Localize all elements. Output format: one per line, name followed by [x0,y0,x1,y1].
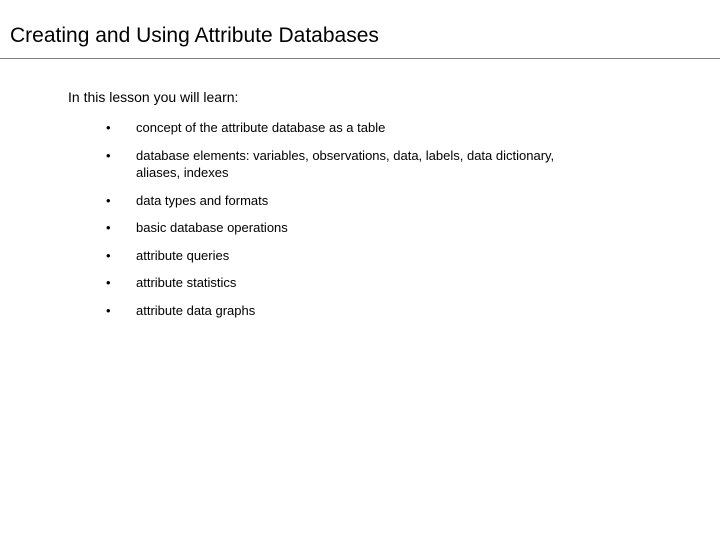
list-item: attribute data graphs [106,302,660,320]
slide-content: In this lesson you will learn: concept o… [0,59,720,319]
list-item: database elements: variables, observatio… [106,147,660,182]
list-item: data types and formats [106,192,660,210]
list-item: attribute queries [106,247,660,265]
list-item: attribute statistics [106,274,660,292]
intro-text: In this lesson you will learn: [68,89,660,105]
list-item: concept of the attribute database as a t… [106,119,660,137]
bullet-list: concept of the attribute database as a t… [68,119,660,319]
slide-title: Creating and Using Attribute Databases [0,0,720,58]
list-item: basic database operations [106,219,660,237]
